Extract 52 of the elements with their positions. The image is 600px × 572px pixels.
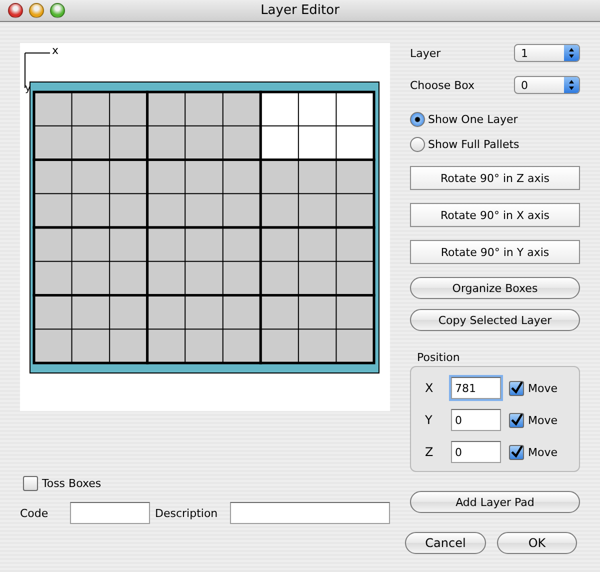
rotate-button[interactable]: Rotate 90° in Y axis	[410, 240, 580, 264]
checkbox[interactable]	[509, 412, 524, 428]
position-field[interactable]: 781	[451, 377, 501, 399]
box[interactable]	[146, 294, 262, 364]
box[interactable]	[146, 90, 262, 161]
radio-option[interactable]: Show Full Pallets	[410, 132, 580, 157]
popup-menu[interactable]: 1	[514, 44, 580, 62]
checkbox[interactable]	[509, 380, 524, 396]
field-label: Choose Box	[410, 78, 475, 92]
rotate-button[interactable]: Rotate 90° in Z axis	[410, 166, 580, 190]
axis-label: Z	[425, 445, 434, 459]
box[interactable]	[259, 158, 376, 229]
stepper-icon	[564, 45, 579, 61]
checkbox-label: Move	[528, 382, 558, 394]
position-field[interactable]: 0	[451, 441, 501, 463]
box[interactable]	[259, 90, 376, 161]
field-label: Code	[20, 506, 50, 520]
checkbox[interactable]	[509, 444, 524, 460]
field-label: Description	[154, 506, 219, 520]
ok-button[interactable]: OK	[497, 532, 577, 554]
checkbox-label: Move	[528, 446, 558, 458]
radio-option[interactable]: Show One Layer	[410, 107, 580, 132]
group-title: Position	[417, 351, 461, 364]
rotate-button[interactable]: Rotate 90° in X axis	[410, 203, 580, 227]
code-field[interactable]	[70, 502, 150, 524]
position-field[interactable]: 0	[451, 409, 501, 431]
close-button[interactable]	[8, 3, 23, 18]
box[interactable]	[32, 226, 149, 296]
checkbox[interactable]	[23, 476, 38, 491]
box[interactable]	[259, 226, 376, 296]
window-title: Layer Editor	[260, 3, 340, 18]
checkbox-label: Toss Boxes	[42, 477, 102, 490]
box[interactable]	[32, 158, 149, 229]
axis-label: x	[52, 44, 59, 57]
box[interactable]	[146, 226, 262, 296]
checkbox-label: Move	[528, 414, 558, 426]
zoom-button[interactable]	[50, 3, 65, 18]
box[interactable]	[259, 294, 376, 364]
axis-label: Y	[425, 413, 434, 427]
add-layer-pad-button[interactable]: Add Layer Pad	[410, 491, 580, 513]
cancel-button[interactable]: Cancel	[405, 532, 486, 554]
box[interactable]	[32, 294, 149, 364]
axis-label: X	[425, 381, 434, 395]
box[interactable]	[32, 90, 149, 161]
action-button[interactable]: Copy Selected Layer	[410, 309, 580, 331]
minimize-button[interactable]	[29, 3, 44, 18]
description-field[interactable]	[230, 502, 390, 524]
field-label: Layer	[410, 46, 441, 60]
action-button[interactable]: Organize Boxes	[410, 277, 580, 299]
popup-menu[interactable]: 0	[514, 76, 580, 94]
box[interactable]	[146, 158, 262, 229]
stepper-icon	[564, 77, 579, 93]
